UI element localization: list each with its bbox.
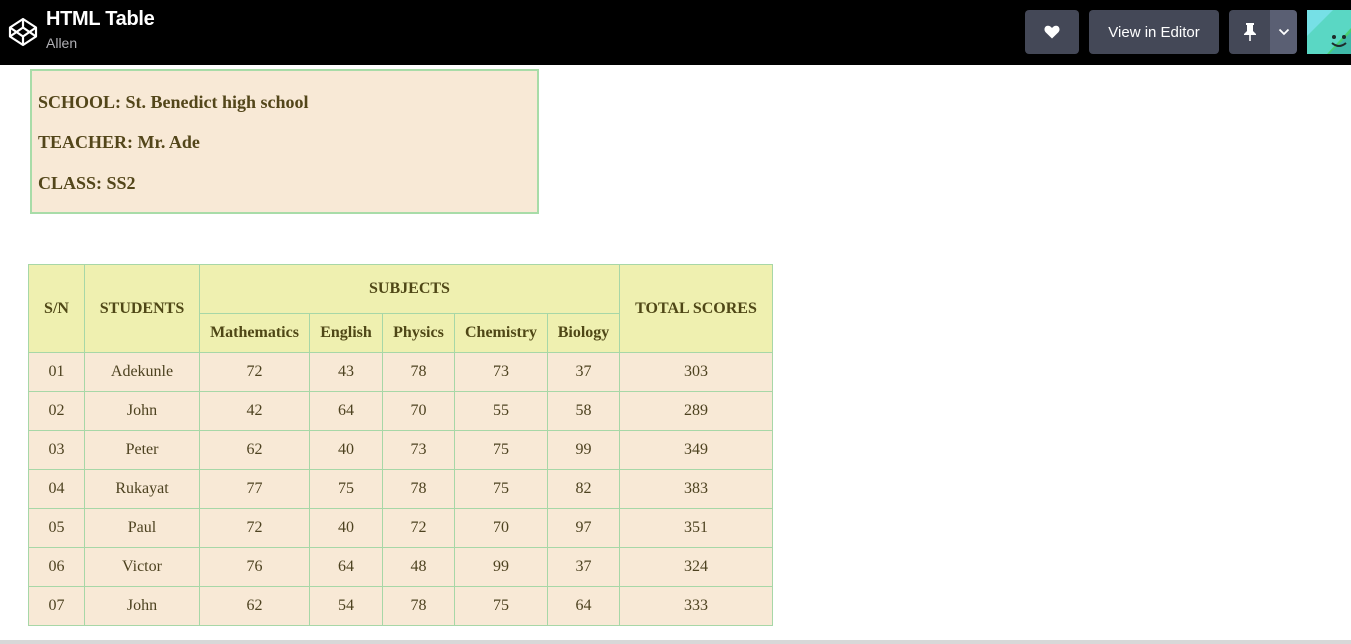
cell-student: Victor <box>84 547 200 587</box>
teacher-name: TEACHER: Mr. Ade <box>38 132 200 152</box>
cell-sn: 05 <box>28 508 85 548</box>
chevron-down-icon <box>1278 28 1289 36</box>
cell-physics: 78 <box>382 469 455 509</box>
cell-mathematics: 72 <box>199 508 310 548</box>
cell-mathematics: 62 <box>199 430 310 470</box>
cell-mathematics: 42 <box>199 391 310 431</box>
cell-physics: 48 <box>382 547 455 587</box>
pin-dropdown-button[interactable] <box>1270 10 1297 54</box>
cell-chemistry: 55 <box>454 391 548 431</box>
cell-total: 383 <box>619 469 773 509</box>
cell-physics: 73 <box>382 430 455 470</box>
cell-sn: 06 <box>28 547 85 587</box>
cell-physics: 70 <box>382 391 455 431</box>
header-sn: S/N <box>28 264 85 353</box>
cell-student: Rukayat <box>84 469 200 509</box>
cell-biology: 82 <box>547 469 620 509</box>
table-row: 03 Peter 62 40 73 75 99 349 <box>28 430 773 470</box>
header-subject-physics: Physics <box>382 313 455 353</box>
cell-chemistry: 75 <box>454 586 548 626</box>
table-row: 02 John 42 64 70 55 58 289 <box>28 391 773 431</box>
cell-mathematics: 76 <box>199 547 310 587</box>
cell-sn: 04 <box>28 469 85 509</box>
cell-mathematics: 72 <box>199 352 310 392</box>
cell-mathematics: 77 <box>199 469 310 509</box>
cell-student: John <box>84 391 200 431</box>
cell-sn: 02 <box>28 391 85 431</box>
pen-title[interactable]: HTML Table <box>46 8 155 31</box>
cell-chemistry: 75 <box>454 430 548 470</box>
class-name: CLASS: SS2 <box>38 173 136 193</box>
cell-chemistry: 75 <box>454 469 548 509</box>
header-subject-mathematics: Mathematics <box>199 313 310 353</box>
cell-chemistry: 99 <box>454 547 548 587</box>
cell-sn: 07 <box>28 586 85 626</box>
cell-english: 40 <box>309 508 383 548</box>
header-subjects: SUBJECTS <box>199 264 620 314</box>
cell-biology: 37 <box>547 547 620 587</box>
pen-author[interactable]: Allen <box>46 35 77 51</box>
cell-english: 54 <box>309 586 383 626</box>
avatar-image <box>1307 10 1351 54</box>
table-row: 06 Victor 76 64 48 99 37 324 <box>28 547 773 587</box>
cell-mathematics: 62 <box>199 586 310 626</box>
cell-chemistry: 73 <box>454 352 548 392</box>
cell-physics: 72 <box>382 508 455 548</box>
avatar[interactable] <box>1307 10 1351 54</box>
cell-student: Adekunle <box>84 352 200 392</box>
codepen-logo-icon[interactable] <box>7 16 39 48</box>
horizontal-scrollbar[interactable] <box>0 640 1351 644</box>
header-subject-english: English <box>309 313 383 353</box>
cell-biology: 64 <box>547 586 620 626</box>
header-total-scores: TOTAL SCORES <box>619 264 773 353</box>
header-students: STUDENTS <box>84 264 200 353</box>
cell-sn: 01 <box>28 352 85 392</box>
cell-total: 351 <box>619 508 773 548</box>
pin-button[interactable] <box>1229 10 1270 54</box>
table-row: 01 Adekunle 72 43 78 73 37 303 <box>28 352 773 392</box>
heart-icon <box>1044 25 1060 39</box>
cell-biology: 97 <box>547 508 620 548</box>
cell-biology: 37 <box>547 352 620 392</box>
scores-table: S/N STUDENTS SUBJECTS TOTAL SCORES Mathe… <box>28 264 773 626</box>
cell-physics: 78 <box>382 352 455 392</box>
header-subject-biology: Biology <box>547 313 620 353</box>
cell-total: 289 <box>619 391 773 431</box>
cell-student: Paul <box>84 508 200 548</box>
cell-student: Peter <box>84 430 200 470</box>
cell-total: 324 <box>619 547 773 587</box>
cell-total: 333 <box>619 586 773 626</box>
cell-biology: 58 <box>547 391 620 431</box>
table-row: 04 Rukayat 77 75 78 75 82 383 <box>28 469 773 509</box>
cell-total: 349 <box>619 430 773 470</box>
like-button[interactable] <box>1025 10 1079 54</box>
cell-chemistry: 70 <box>454 508 548 548</box>
header-subject-chemistry: Chemistry <box>454 313 548 353</box>
cell-english: 40 <box>309 430 383 470</box>
cell-english: 64 <box>309 547 383 587</box>
cell-english: 64 <box>309 391 383 431</box>
cell-sn: 03 <box>28 430 85 470</box>
cell-total: 303 <box>619 352 773 392</box>
school-name: SCHOOL: St. Benedict high school <box>38 92 309 112</box>
pin-icon <box>1243 23 1256 41</box>
school-info-box: SCHOOL: St. Benedict high school TEACHER… <box>30 69 539 214</box>
cell-physics: 78 <box>382 586 455 626</box>
table-row: 05 Paul 72 40 72 70 97 351 <box>28 508 773 548</box>
view-in-editor-button[interactable]: View in Editor <box>1089 10 1219 54</box>
cell-english: 75 <box>309 469 383 509</box>
cell-english: 43 <box>309 352 383 392</box>
top-bar: HTML Table Allen View in Editor <box>0 0 1351 65</box>
cell-student: John <box>84 586 200 626</box>
cell-biology: 99 <box>547 430 620 470</box>
table-row: 07 John 62 54 78 75 64 333 <box>28 586 773 626</box>
